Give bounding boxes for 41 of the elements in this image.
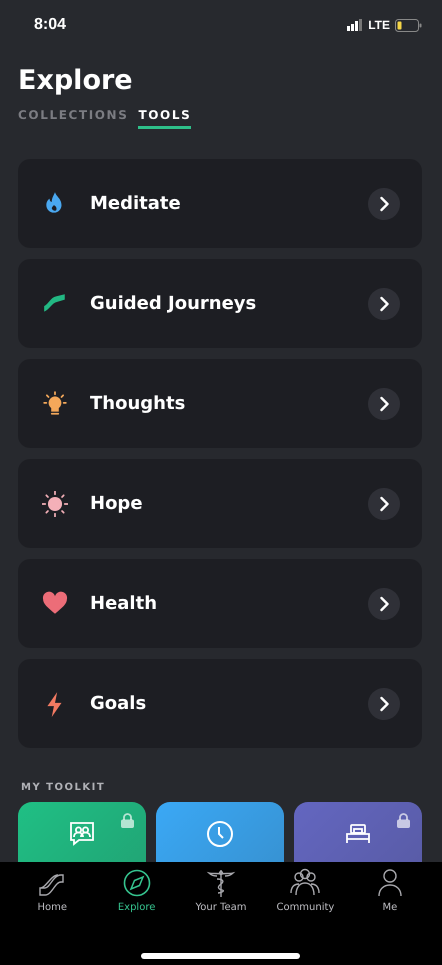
tool-card[interactable]: Hope <box>18 459 422 548</box>
caduceus-icon <box>206 868 236 898</box>
chevron-icon <box>368 288 400 320</box>
chevron-icon <box>368 488 400 520</box>
tool-label: Meditate <box>90 193 182 214</box>
tool-card[interactable]: Meditate <box>18 159 422 248</box>
lightbulb-icon <box>42 390 68 416</box>
nav-tab[interactable]: Home <box>10 868 94 913</box>
compass-icon <box>122 868 152 898</box>
tool-card[interactable]: Health <box>18 559 422 648</box>
nav-tab[interactable]: Community <box>263 868 348 913</box>
nav-tab[interactable]: Your Team <box>178 868 264 913</box>
tool-label: Hope <box>90 493 144 514</box>
chevron-icon <box>368 688 400 720</box>
tool-card[interactable]: Goals <box>18 659 422 748</box>
chevron-icon <box>368 388 400 420</box>
nav-tab[interactable]: Me <box>348 868 432 913</box>
lock-icon <box>397 813 410 828</box>
tool-card[interactable]: Guided Journeys <box>18 259 422 348</box>
sun-icon <box>42 490 68 516</box>
lock-icon <box>121 813 134 828</box>
tab[interactable]: COLLECTIONS <box>18 108 128 129</box>
tool-label: Guided Journeys <box>90 293 258 314</box>
clock-time: 8:04 <box>34 16 66 34</box>
tool-label: Health <box>90 593 158 614</box>
tool-label: Goals <box>90 693 148 714</box>
heart-icon <box>42 590 68 616</box>
chevron-icon <box>368 588 400 620</box>
chat-icon <box>68 820 96 848</box>
signal-icon <box>347 19 364 31</box>
tool-label: Thoughts <box>90 393 186 414</box>
page-title: Explore <box>18 64 134 98</box>
section-heading: MY TOOLKIT <box>21 782 106 793</box>
tool-card[interactable]: Thoughts <box>18 359 422 448</box>
clock-icon <box>206 820 234 848</box>
network-label: LTE <box>368 18 390 32</box>
battery-icon <box>395 18 422 32</box>
nav-tab[interactable]: Explore <box>94 868 179 913</box>
chevron-icon <box>368 188 400 220</box>
people-icon <box>290 868 320 898</box>
tab[interactable]: TOOLS <box>138 108 192 129</box>
